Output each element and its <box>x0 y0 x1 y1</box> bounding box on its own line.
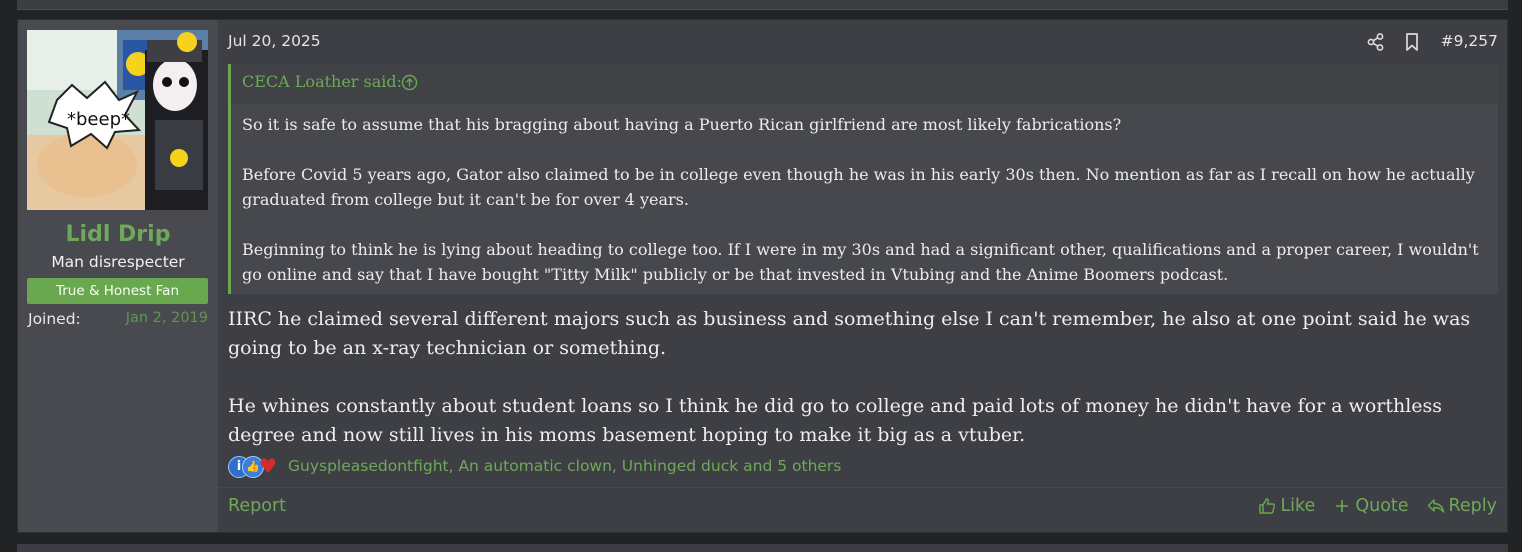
post-actions: Like Quote Reply <box>1258 496 1497 516</box>
quote-block: CECA Loather said: So it is safe to assu… <box>228 64 1498 294</box>
user-info-column: *beep* Lidl Drip Man disrespecter True &… <box>18 20 218 532</box>
quote-author[interactable]: CECA Loather said: <box>242 72 402 91</box>
quote-paragraph: Beginning to think he is lying about hea… <box>242 240 1479 284</box>
like-label: Like <box>1280 496 1316 516</box>
message-paragraph: He whines constantly about student loans… <box>228 395 1443 446</box>
avatar-caption: *beep* <box>67 109 130 130</box>
avatar[interactable]: *beep* <box>27 30 208 210</box>
previous-post-edge <box>17 0 1508 10</box>
post-number[interactable]: #9,257 <box>1441 32 1498 50</box>
thumbs-up-outline-icon <box>1259 498 1276 514</box>
reply-label: Reply <box>1448 496 1497 516</box>
quote-header: CECA Loather said: <box>231 64 1498 104</box>
forum-post: *beep* Lidl Drip Man disrespecter True &… <box>17 19 1508 533</box>
reply-arrow-icon <box>1427 499 1444 513</box>
joined-date: Jan 2, 2019 <box>125 310 208 326</box>
post-content: Jul 20, 2025 #9,257 CECA Loather said: S… <box>218 20 1507 532</box>
like-button[interactable]: Like <box>1258 496 1315 516</box>
username[interactable]: Lidl Drip <box>18 222 218 247</box>
reply-button[interactable]: Reply <box>1427 496 1497 516</box>
user-title: Man disrespecter <box>51 253 185 271</box>
post-message: IIRC he claimed several different majors… <box>228 305 1503 450</box>
joined-label: Joined: <box>28 310 81 328</box>
bookmark-icon[interactable] <box>1402 32 1422 52</box>
user-banner: True & Honest Fan <box>27 278 208 304</box>
heart-icon: ♥ <box>259 454 277 478</box>
quote-paragraph: So it is safe to assume that his braggin… <box>242 115 1122 134</box>
avatar-image: *beep* <box>27 30 208 210</box>
quote-body: So it is safe to assume that his braggin… <box>242 112 1492 287</box>
post-date[interactable]: Jul 20, 2025 <box>228 32 321 50</box>
quote-button[interactable]: Quote <box>1333 496 1409 516</box>
share-icon[interactable] <box>1366 32 1386 52</box>
footer-divider <box>218 487 1507 488</box>
quote-label: Quote <box>1355 496 1409 516</box>
quote-paragraph: Before Covid 5 years ago, Gator also cla… <box>242 165 1475 209</box>
message-paragraph: IIRC he claimed several different majors… <box>228 308 1471 359</box>
jump-to-quote-icon[interactable] <box>401 74 418 91</box>
plus-icon <box>1336 500 1349 512</box>
report-link[interactable]: Report <box>228 496 286 516</box>
next-post-edge <box>17 544 1508 552</box>
reaction-users[interactable]: Guyspleasedontfight, An automatic clown,… <box>288 457 841 475</box>
